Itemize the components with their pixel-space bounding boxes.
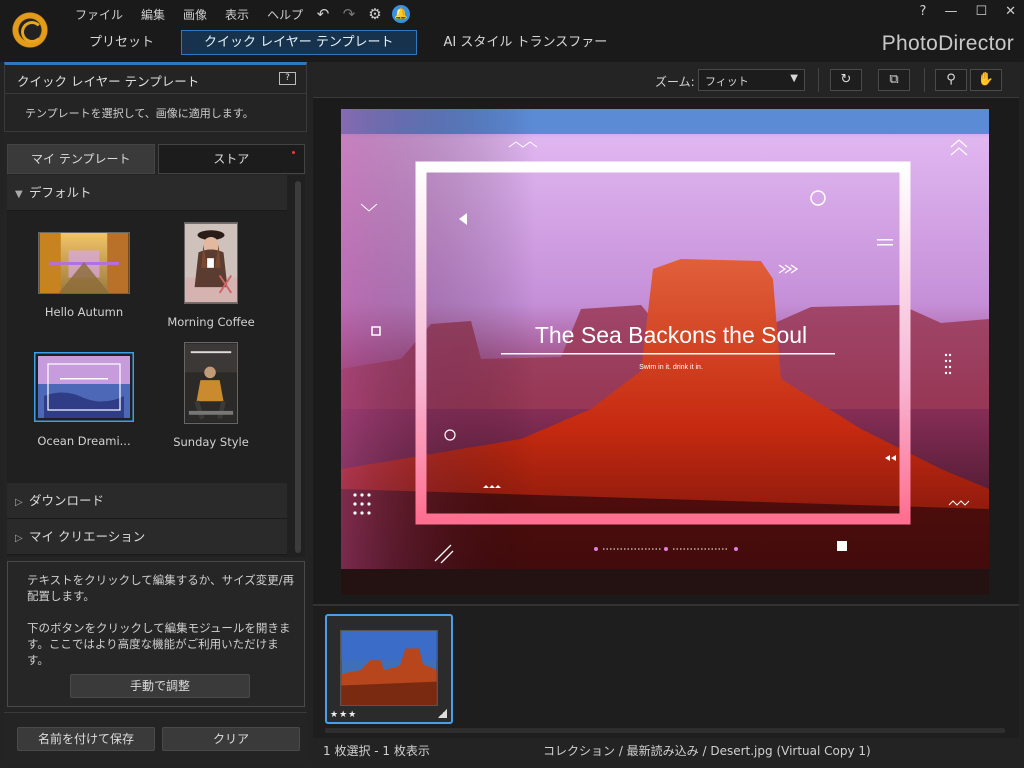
section-default-label: デフォルト — [29, 185, 92, 200]
zoom-value: フィット — [705, 75, 749, 88]
title-toolbar: ↶ ↷ ⚙ 🔔 — [314, 5, 410, 23]
toolbar-divider — [818, 68, 819, 92]
template-thumb-ocean-dreaming — [34, 352, 134, 422]
template-list-scrollbar[interactable] — [295, 181, 301, 553]
template-morning-coffee[interactable]: Morning Coffee — [146, 222, 276, 329]
virtual-copy-corner-icon — [438, 709, 447, 718]
template-thumb-sunday-style — [184, 342, 238, 424]
store-new-badge — [292, 151, 295, 154]
left-panel: クイック レイヤー テンプレート ? テンプレートを選択して、画像に適用します。… — [4, 62, 307, 764]
template-hello-autumn[interactable]: Hello Autumn — [19, 232, 149, 319]
tab-presets[interactable]: プリセット — [66, 30, 177, 55]
toolbar-divider — [924, 68, 925, 92]
template-label: Sunday Style — [173, 435, 249, 449]
tab-my-templates[interactable]: マイ テンプレート — [7, 144, 155, 174]
notification-bell-icon[interactable]: 🔔 — [392, 5, 410, 23]
template-ocean-dreaming[interactable]: Ocean Dreami... — [19, 352, 149, 448]
template-label: Hello Autumn — [44, 305, 124, 319]
tab-store-label: ストア — [213, 152, 250, 166]
close-icon[interactable]: ✕ — [1005, 4, 1016, 19]
zoom-tool-icon[interactable]: ⚲ — [935, 69, 967, 91]
app-logo-icon — [10, 10, 50, 50]
panel-title: クイック レイヤー テンプレート — [17, 74, 200, 89]
title-bar: ファイル 編集 画像 表示 ヘルプ ↶ ↷ ⚙ 🔔 ? — ☐ ✕ プリセット … — [0, 0, 1024, 62]
info-box: テキストをクリックして編集するか、サイズ変更/再配置します。 下のボタンをクリッ… — [7, 561, 305, 707]
filmstrip-scrollbar[interactable] — [325, 728, 1005, 733]
status-bar: 1 枚選択 - 1 枚表示 コレクション / 最新読み込み / Desert.j… — [313, 738, 1019, 764]
expand-right-icon: ▷ — [15, 533, 23, 544]
template-label: Ocean Dreami... — [37, 434, 131, 448]
brand-title: PhotoDirector — [881, 32, 1014, 55]
panel-help-icon[interactable]: ? — [279, 72, 296, 85]
hand-tool-icon[interactable]: ✋ — [970, 69, 1002, 91]
filmstrip-item-selected[interactable]: ★★★ — [325, 614, 453, 724]
chevron-down-icon: ▼ — [790, 73, 798, 84]
help-icon[interactable]: ? — [920, 4, 927, 19]
expand-right-icon: ▷ — [15, 497, 23, 508]
template-label: Morning Coffee — [167, 315, 255, 329]
menu-bar: ファイル 編集 画像 表示 ヘルプ — [66, 6, 312, 24]
menu-file[interactable]: ファイル — [66, 6, 132, 24]
info-text-module: 下のボタンをクリックして編集モジュールを開きます。ここではより高度な機能がご利用… — [27, 621, 291, 667]
filmstrip: ★★★ — [313, 604, 1019, 738]
rotate-icon[interactable]: ↻ — [830, 69, 862, 91]
section-default[interactable]: ▼ デフォルト — [7, 175, 287, 211]
status-selection: 1 枚選択 - 1 枚表示 — [323, 744, 430, 758]
template-list: ▼ デフォルト Hello Autumn Morning Coffee Ocea… — [7, 175, 305, 557]
rating-stars[interactable]: ★★★ — [330, 710, 357, 720]
compare-view-icon[interactable]: ⧉ — [878, 69, 910, 91]
maximize-icon[interactable]: ☐ — [975, 4, 987, 19]
template-subtabs: マイ テンプレート ストア — [7, 144, 305, 174]
module-tabs: プリセット クイック レイヤー テンプレート AI スタイル トランスファー — [66, 30, 630, 55]
view-toolbar: ズーム: フィット ▼ ↻ ⧉ ⚲ ✋ — [313, 62, 1019, 98]
template-thumb-morning-coffee — [184, 222, 238, 304]
zoom-label: ズーム: — [655, 75, 695, 89]
manual-adjust-button[interactable]: 手動で調整 — [70, 674, 250, 698]
menu-help[interactable]: ヘルプ — [258, 6, 312, 24]
window-controls: ? — ☐ ✕ — [920, 4, 1016, 19]
section-download-label: ダウンロード — [29, 493, 105, 508]
tab-ai-style-transfer[interactable]: AI スタイル トランスファー — [421, 30, 631, 55]
menu-edit[interactable]: 編集 — [132, 6, 174, 24]
canvas-headline[interactable]: The Sea Backons the Soul — [535, 322, 807, 348]
settings-gear-icon[interactable]: ⚙ — [366, 5, 384, 23]
status-path: コレクション / 最新読み込み / Desert.jpg (Virtual Co… — [543, 744, 871, 758]
tab-store[interactable]: ストア — [157, 144, 305, 174]
expand-down-icon: ▼ — [15, 189, 23, 200]
template-sunday-style[interactable]: Sunday Style — [146, 342, 276, 449]
template-thumb-hello-autumn — [38, 232, 130, 294]
section-download[interactable]: ▷ ダウンロード — [7, 483, 287, 519]
canvas-photo[interactable]: The Sea Backons the Soul Swim in it. dri… — [341, 109, 989, 595]
canvas-subline[interactable]: Swim in it. drink it in. — [639, 364, 703, 371]
panel-footer: 名前を付けて保存 クリア — [4, 712, 307, 764]
template-grid: Hello Autumn Morning Coffee Ocean Dreami… — [7, 211, 287, 483]
tab-quick-layer-template[interactable]: クイック レイヤー テンプレート — [181, 30, 417, 55]
menu-view[interactable]: 表示 — [216, 6, 258, 24]
section-my-creations-label: マイ クリエーション — [29, 529, 146, 544]
menu-image[interactable]: 画像 — [174, 6, 216, 24]
image-viewer[interactable]: The Sea Backons the Soul Swim in it. dri… — [313, 98, 1019, 604]
section-my-creations[interactable]: ▷ マイ クリエーション — [7, 519, 287, 555]
redo-icon[interactable]: ↷ — [340, 5, 358, 23]
filmstrip-thumbnail — [340, 630, 438, 706]
undo-icon[interactable]: ↶ — [314, 5, 332, 23]
clear-button[interactable]: クリア — [162, 727, 300, 751]
minimize-icon[interactable]: — — [944, 4, 957, 19]
zoom-select[interactable]: フィット ▼ — [698, 69, 805, 91]
app-window: ファイル 編集 画像 表示 ヘルプ ↶ ↷ ⚙ 🔔 ? — ☐ ✕ プリセット … — [0, 0, 1024, 768]
save-as-button[interactable]: 名前を付けて保存 — [17, 727, 155, 751]
info-text-edit: テキストをクリックして編集するか、サイズ変更/再配置します。 — [27, 573, 295, 603]
panel-description: テンプレートを選択して、画像に適用します。 — [4, 94, 307, 132]
panel-header: クイック レイヤー テンプレート ? — [4, 62, 307, 94]
